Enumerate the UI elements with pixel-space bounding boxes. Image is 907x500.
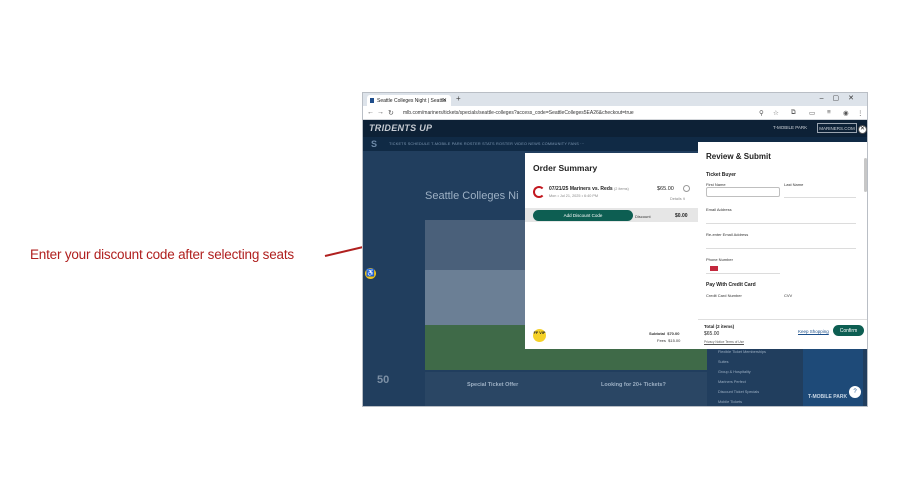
sidebar-icon[interactable]: ▭ xyxy=(809,109,815,117)
fees-line: Fees $15.00 xyxy=(657,338,681,343)
last-name-label: Last Name xyxy=(784,182,804,187)
scrollbar[interactable] xyxy=(864,158,867,192)
side-menu-item[interactable]: Group & Hospitality xyxy=(718,370,751,374)
group-tickets-heading: Looking for 20+ Tickets? xyxy=(601,382,666,388)
discount-label: Discount xyxy=(635,214,651,219)
bookmark-star-icon[interactable]: ☆ xyxy=(773,109,779,117)
forward-icon[interactable]: → xyxy=(377,109,384,116)
annotation-text: Enter your discount code after selecting… xyxy=(30,247,294,262)
tmobile-link[interactable]: T-MOBILE PARK xyxy=(773,125,807,130)
discount-amount: $0.00 xyxy=(675,213,688,219)
confirm-button[interactable]: Confirm xyxy=(833,325,864,336)
side-menu-item[interactable]: Discount Ticket Specials xyxy=(718,390,759,394)
anniversary-logo: 50 xyxy=(377,374,390,386)
window-controls[interactable]: –▢✕ xyxy=(820,94,863,102)
side-menu-item[interactable]: Suites xyxy=(718,360,729,364)
pay-credit-card-heading: Pay With Credit Card xyxy=(706,282,756,288)
reload-icon[interactable]: ↻ xyxy=(388,109,394,117)
details-toggle[interactable]: Details ∨ xyxy=(670,196,685,201)
subtotal-line: Subtotal $70.00 xyxy=(649,331,680,336)
browser-window: Seattle Colleges Night | Seattle ✕ + –▢✕… xyxy=(362,92,868,407)
order-summary-panel: Order Summary 07/21/25 Mariners vs. Reds… xyxy=(525,153,701,349)
mariners-logo-icon xyxy=(533,186,545,198)
menu-icon[interactable]: ⋮ xyxy=(857,109,864,117)
info-icon[interactable] xyxy=(683,185,690,192)
accessibility-icon[interactable]: ♿ xyxy=(365,268,376,279)
help-icon[interactable]: ? xyxy=(849,386,861,398)
first-name-field[interactable] xyxy=(706,187,780,197)
mariners-s-logo-icon[interactable]: S xyxy=(371,139,377,149)
phone-field[interactable] xyxy=(706,273,780,274)
close-icon[interactable]: ✕ xyxy=(858,125,867,134)
game-price: $65.00 xyxy=(657,186,674,192)
special-offer-heading: Special Ticket Offer xyxy=(467,382,519,388)
game-title: 07/21/25 Mariners vs. Reds (2 items) xyxy=(549,186,629,192)
profile-icon[interactable]: ◉ xyxy=(843,109,849,117)
tab-bar: Seattle Colleges Night | Seattle ✕ + –▢✕ xyxy=(363,93,867,106)
new-tab-icon[interactable]: + xyxy=(456,94,461,103)
offer-row xyxy=(425,372,707,406)
keep-shopping-link[interactable]: Keep Shopping xyxy=(798,329,829,334)
legal-links[interactable]: Privacy Notice Terms of Use xyxy=(704,340,744,344)
us-flag-icon[interactable] xyxy=(710,266,718,271)
extensions-icon[interactable]: ⧉ xyxy=(791,109,796,117)
cvv-label: CVV xyxy=(784,293,793,298)
web-page: TRIDENTS UP T-MOBILE PARK MARINERS.COM S… xyxy=(363,120,867,406)
stage: Enter your discount code after selecting… xyxy=(0,0,907,500)
review-footer: Total (2 items) $65.00 Privacy Notice Te… xyxy=(698,319,867,349)
total-amount: $65.00 xyxy=(704,331,720,337)
game-date: Mon • Jul 21, 2025 • 6:40 PM xyxy=(549,194,599,198)
order-summary-title: Order Summary xyxy=(533,163,598,173)
ff-vip-badge: FF VIP xyxy=(533,329,546,342)
tab-favicon-icon xyxy=(370,98,374,103)
mariners-link[interactable]: MARINERS.COM xyxy=(817,123,857,133)
email-label: Email Address xyxy=(706,207,732,212)
review-submit-panel: Review & Submit Ticket Buyer First Name … xyxy=(698,142,867,349)
site-logo[interactable]: TRIDENTS UP xyxy=(369,123,432,133)
site-header: TRIDENTS UP T-MOBILE PARK MARINERS.COM xyxy=(363,120,867,137)
reenter-email-label: Re-enter Email Address xyxy=(706,232,749,237)
back-icon[interactable]: ← xyxy=(367,109,374,116)
review-title: Review & Submit xyxy=(706,152,771,161)
reading-list-icon[interactable]: ≡ xyxy=(827,109,831,116)
side-menu-item[interactable]: Mobile Tickets xyxy=(718,400,742,404)
zoom-icon[interactable]: ⚲ xyxy=(759,109,764,117)
phone-label: Phone Number xyxy=(706,257,733,262)
add-discount-code-button[interactable]: Add Discount Code xyxy=(533,210,633,221)
address-bar: ← → ↻ mlb.com/mariners/tickets/specials/… xyxy=(363,106,867,120)
page-banner-title: Seattle Colleges Ni xyxy=(425,190,519,202)
ticket-buyer-heading: Ticket Buyer xyxy=(706,172,736,178)
nav-links[interactable]: TICKETS SCHEDULE T-MOBILE PARK ROSTER ST… xyxy=(389,142,585,146)
url-field[interactable]: mlb.com/mariners/tickets/specials/seattl… xyxy=(403,109,783,118)
card-number-label: Credit Card Number xyxy=(706,293,742,298)
tab-close-icon[interactable]: ✕ xyxy=(442,97,447,104)
last-name-field[interactable] xyxy=(784,197,856,198)
reenter-email-field[interactable] xyxy=(706,248,856,249)
side-menu-item[interactable]: Mariners Perfect xyxy=(718,380,746,384)
email-field[interactable] xyxy=(706,223,856,224)
total-label: Total (2 items) xyxy=(704,324,735,329)
tab-title: Seattle Colleges Night | Seattle xyxy=(377,98,447,104)
browser-tab[interactable]: Seattle Colleges Night | Seattle ✕ xyxy=(367,95,451,106)
side-menu-item[interactable]: Flexible Ticket Memberships xyxy=(718,350,766,354)
poster-title: T-MOBILE PARK xyxy=(808,394,848,400)
